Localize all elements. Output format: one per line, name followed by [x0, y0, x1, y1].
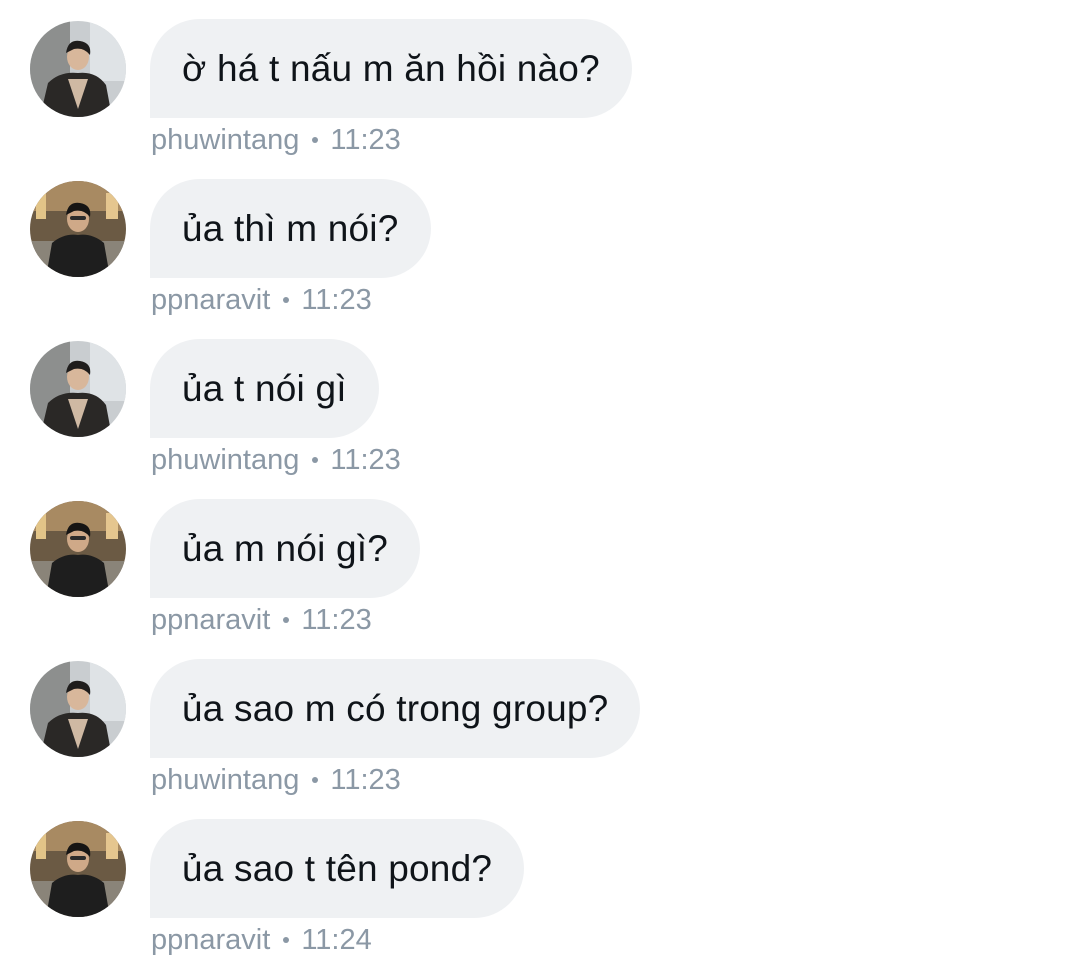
- message-text: ủa thì m nói?: [182, 207, 399, 249]
- avatar-phuwintang-image: [30, 21, 126, 117]
- message-text: ủa sao m có trong group?: [182, 687, 609, 729]
- avatar[interactable]: [30, 21, 126, 117]
- avatar[interactable]: [30, 341, 126, 437]
- message-row: ủa m nói gì? ppnaravit 11:23: [0, 480, 1080, 640]
- message-text: ủa m nói gì?: [182, 527, 389, 569]
- message-bubble[interactable]: ủa sao m có trong group?: [150, 659, 641, 758]
- message-row: ủa thì m nói? ppnaravit 11:23: [0, 160, 1080, 320]
- avatar-ppnaravit-image: [30, 821, 126, 917]
- avatar-phuwintang-image: [30, 341, 126, 437]
- message-bubble[interactable]: ủa thì m nói?: [150, 179, 431, 278]
- author-username[interactable]: ppnaravit: [151, 284, 270, 317]
- message-text: ủa t nói gì: [182, 367, 347, 409]
- message-timestamp[interactable]: 11:23: [330, 764, 400, 797]
- avatar-ppnaravit-image: [30, 501, 126, 597]
- message-meta: ppnaravit 11:23: [151, 280, 372, 320]
- message-bubble[interactable]: ủa sao t tên pond?: [150, 819, 525, 918]
- avatar[interactable]: [30, 181, 126, 277]
- message-meta: ppnaravit 11:24: [151, 920, 372, 960]
- message-timestamp[interactable]: 11:23: [301, 284, 371, 317]
- author-username[interactable]: phuwintang: [151, 124, 299, 157]
- avatar-phuwintang-image: [30, 661, 126, 757]
- author-username[interactable]: phuwintang: [151, 444, 299, 477]
- separator-dot: [283, 617, 290, 623]
- message-text: ờ há t nấu m ăn hồi nào?: [182, 47, 600, 89]
- message-thread: ờ há t nấu m ăn hồi nào? phuwintang 11:2…: [0, 0, 1080, 964]
- avatar[interactable]: [30, 661, 126, 757]
- message-bubble[interactable]: ủa t nói gì: [150, 339, 379, 438]
- message-meta: phuwintang 11:23: [151, 440, 401, 480]
- message-text: ủa sao t tên pond?: [182, 847, 493, 889]
- author-username[interactable]: phuwintang: [151, 764, 299, 797]
- author-username[interactable]: ppnaravit: [151, 924, 270, 957]
- message-row: ủa sao m có trong group? phuwintang 11:2…: [0, 640, 1080, 800]
- message-timestamp[interactable]: 11:23: [330, 124, 400, 157]
- separator-dot: [312, 457, 319, 463]
- message-bubble[interactable]: ờ há t nấu m ăn hồi nào?: [150, 19, 632, 118]
- message-timestamp[interactable]: 11:23: [301, 604, 371, 637]
- message-row: ờ há t nấu m ăn hồi nào? phuwintang 11:2…: [0, 0, 1080, 160]
- message-bubble[interactable]: ủa m nói gì?: [150, 499, 421, 598]
- separator-dot: [312, 777, 319, 783]
- message-timestamp[interactable]: 11:23: [330, 444, 400, 477]
- separator-dot: [312, 137, 319, 143]
- avatar[interactable]: [30, 821, 126, 917]
- avatar[interactable]: [30, 501, 126, 597]
- message-timestamp[interactable]: 11:24: [301, 924, 371, 957]
- message-meta: phuwintang 11:23: [151, 120, 401, 160]
- message-row: ủa sao t tên pond? ppnaravit 11:24: [0, 800, 1080, 960]
- author-username[interactable]: ppnaravit: [151, 604, 270, 637]
- separator-dot: [283, 937, 290, 943]
- message-row: ủa t nói gì phuwintang 11:23: [0, 320, 1080, 480]
- message-meta: ppnaravit 11:23: [151, 600, 372, 640]
- message-meta: phuwintang 11:23: [151, 760, 401, 800]
- separator-dot: [283, 297, 290, 303]
- avatar-ppnaravit-image: [30, 181, 126, 277]
